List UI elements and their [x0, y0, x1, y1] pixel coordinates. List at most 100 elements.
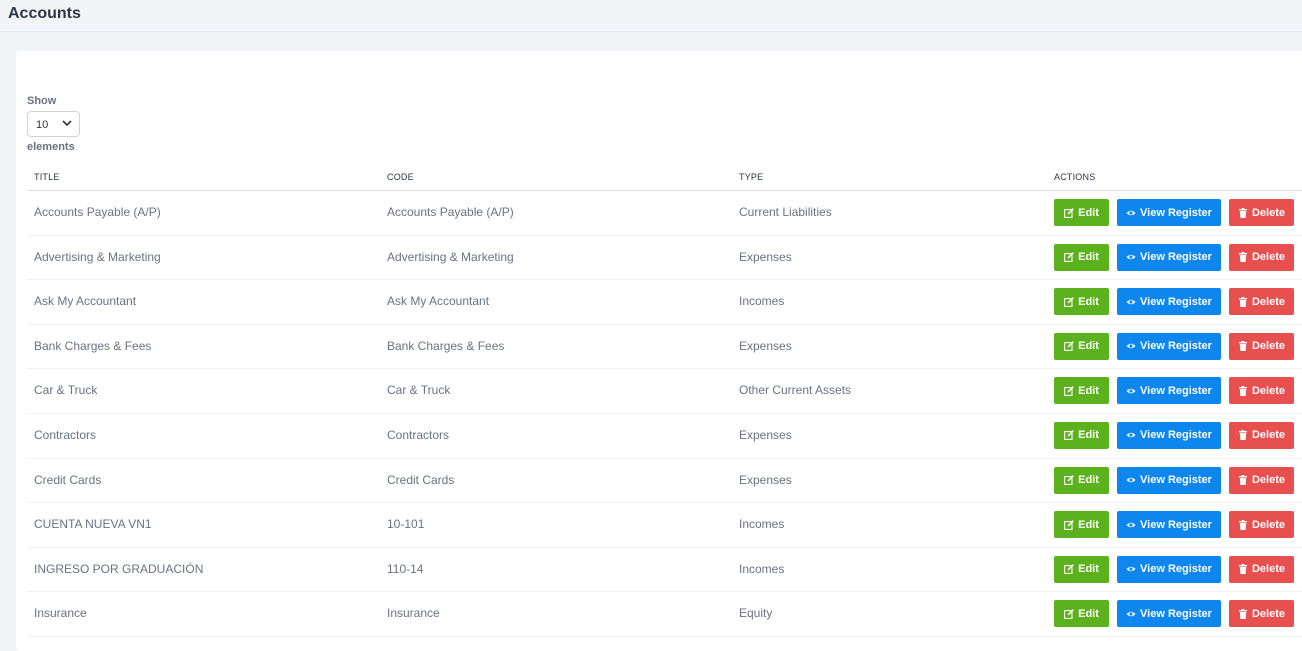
trash-icon	[1238, 564, 1247, 575]
table-row: Credit Cards Credit Cards Expenses Edit View…	[27, 459, 1302, 504]
edit-button[interactable]: Edit	[1054, 600, 1109, 628]
view-register-button[interactable]: View Register	[1117, 288, 1221, 316]
view-register-button[interactable]: View Register	[1117, 421, 1221, 449]
trash-icon	[1238, 385, 1247, 396]
delete-button[interactable]: Delete	[1229, 511, 1294, 539]
cell-type: Expenses	[739, 249, 792, 264]
edit-icon	[1064, 341, 1074, 352]
delete-button[interactable]: Delete	[1229, 199, 1294, 226]
view-register-button-label: View Register	[1140, 206, 1212, 219]
view-register-button[interactable]: View Register	[1117, 243, 1221, 271]
edit-button[interactable]: Edit	[1054, 243, 1109, 271]
cell-type: Incomes	[739, 517, 785, 532]
cell-title: Contractors	[34, 427, 97, 442]
cell-title: Accounts Payable (A/P)	[34, 205, 161, 219]
cell-code: Insurance	[387, 606, 440, 621]
cell-title: Insurance	[34, 606, 87, 621]
delete-button[interactable]: Delete	[1229, 243, 1294, 271]
table-header: TITLE CODE TYPE ACTIONS	[27, 165, 1302, 191]
cell-type: Incomes	[739, 561, 785, 576]
cell-title: Ask My Accountant	[34, 294, 137, 309]
table-row: INGRESO POR GRADUACIÓN 110-14 Incomes Edit V…	[27, 548, 1302, 593]
trash-icon	[1238, 207, 1247, 218]
delete-button[interactable]: Delete	[1229, 332, 1294, 360]
table-row: Accounts Payable (A/P) Accounts Payable (…	[27, 191, 1302, 236]
table-row: Car & Truck Car & Truck Other Current Asse…	[27, 369, 1302, 414]
edit-button-label: Edit	[1078, 384, 1099, 397]
delete-button-label: Delete	[1251, 429, 1286, 442]
eye-icon	[1126, 611, 1136, 617]
cell-type: Other Current Assets	[739, 383, 852, 398]
edit-icon	[1064, 564, 1074, 575]
delete-button[interactable]: Delete	[1229, 288, 1294, 316]
delete-button[interactable]: Delete	[1229, 600, 1294, 628]
edit-icon	[1064, 386, 1074, 396]
view-register-button-label: View Register	[1140, 340, 1212, 353]
edit-icon	[1064, 430, 1074, 441]
view-register-button[interactable]: View Register	[1117, 511, 1221, 539]
delete-button-label: Delete	[1251, 206, 1286, 219]
delete-button-label: Delete	[1251, 607, 1286, 620]
edit-button-label: Edit	[1078, 340, 1099, 353]
table-body: Accounts Payable (A/P) Accounts Payable (…	[27, 191, 1302, 637]
cell-type: Expenses	[739, 338, 792, 353]
show-label: Show	[27, 95, 57, 107]
delete-button-label: Delete	[1251, 384, 1286, 397]
trash-icon	[1238, 430, 1247, 441]
header-code[interactable]: CODE	[387, 172, 414, 182]
edit-button[interactable]: Edit	[1054, 555, 1109, 583]
cell-title: CUENTA NUEVA VN1	[34, 517, 152, 532]
edit-button[interactable]: Edit	[1054, 377, 1109, 405]
header-type[interactable]: TYPE	[739, 172, 763, 182]
delete-button[interactable]: Delete	[1229, 555, 1294, 583]
eye-icon	[1126, 344, 1136, 349]
page-length-select[interactable]: 10	[27, 111, 80, 137]
view-register-button-label: View Register	[1140, 518, 1212, 531]
edit-icon	[1064, 475, 1074, 486]
view-register-button[interactable]: View Register	[1117, 555, 1221, 583]
page-header: Accounts	[0, 0, 1302, 32]
edit-button-label: Edit	[1078, 518, 1099, 531]
delete-button-label: Delete	[1251, 518, 1286, 531]
cell-code: Contractors	[387, 427, 450, 442]
edit-button-label: Edit	[1078, 607, 1099, 620]
edit-button[interactable]: Edit	[1054, 199, 1109, 226]
delete-button[interactable]: Delete	[1229, 377, 1294, 405]
view-register-button[interactable]: View Register	[1117, 199, 1221, 226]
accounts-table: TITLE CODE TYPE ACTIONS Accounts Payable…	[27, 165, 1302, 637]
cell-type: Incomes	[739, 294, 785, 309]
header-actions: ACTIONS	[1054, 172, 1096, 182]
edit-button[interactable]: Edit	[1054, 511, 1109, 539]
cell-title: Bank Charges & Fees	[34, 338, 152, 353]
edit-button[interactable]: Edit	[1054, 288, 1109, 316]
trash-icon	[1238, 341, 1247, 352]
header-title[interactable]: TITLE	[34, 172, 60, 182]
delete-button[interactable]: Delete	[1229, 466, 1294, 494]
table-row: Bank Charges & Fees Bank Charges & Fees Ex…	[27, 325, 1302, 370]
cell-title: Advertising & Marketing	[34, 249, 161, 264]
eye-icon	[1126, 210, 1136, 215]
delete-button-label: Delete	[1251, 563, 1286, 576]
edit-button[interactable]: Edit	[1054, 332, 1109, 360]
view-register-button-label: View Register	[1140, 563, 1212, 576]
edit-icon	[1064, 296, 1074, 307]
cell-code: Ask My Accountant	[387, 294, 490, 309]
edit-icon	[1064, 207, 1074, 218]
view-register-button[interactable]: View Register	[1117, 332, 1221, 360]
trash-icon	[1238, 296, 1247, 307]
delete-button[interactable]: Delete	[1229, 421, 1294, 449]
chevron-down-icon	[62, 120, 72, 127]
eye-icon	[1126, 522, 1136, 527]
edit-icon	[1064, 252, 1074, 263]
delete-button-label: Delete	[1251, 251, 1286, 264]
view-register-button[interactable]: View Register	[1117, 377, 1221, 405]
view-register-button-label: View Register	[1140, 295, 1212, 308]
page-length-value: 10	[36, 119, 49, 131]
edit-button-label: Edit	[1078, 251, 1099, 264]
cell-code: Bank Charges & Fees	[387, 338, 505, 353]
view-register-button[interactable]: View Register	[1117, 466, 1221, 494]
eye-icon	[1126, 388, 1136, 394]
edit-button[interactable]: Edit	[1054, 466, 1109, 494]
view-register-button[interactable]: View Register	[1117, 600, 1221, 628]
edit-button[interactable]: Edit	[1054, 421, 1109, 449]
